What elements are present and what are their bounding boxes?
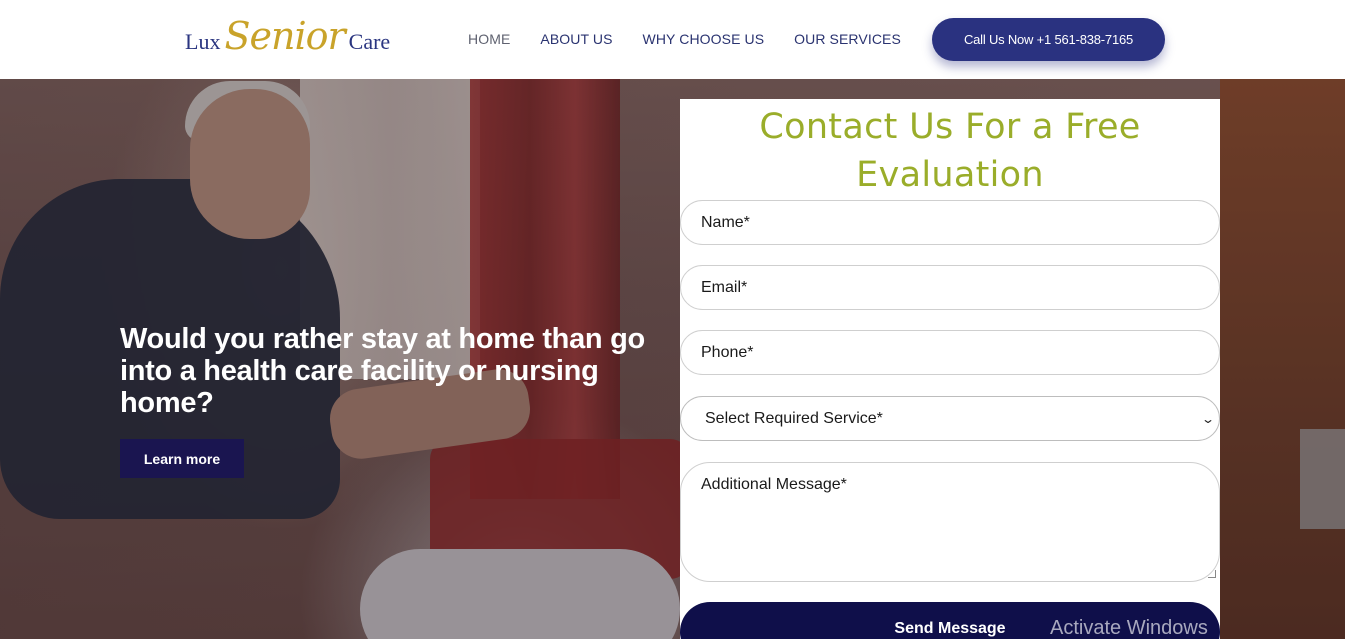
call-us-button[interactable]: Call Us Now +1 561-838-7165: [932, 18, 1165, 61]
email-field[interactable]: Email*: [680, 265, 1220, 310]
logo-senior-text: Senior: [224, 14, 345, 58]
learn-more-button[interactable]: Learn more: [120, 439, 244, 478]
phone-field-placeholder: Phone*: [701, 343, 754, 361]
site-header: Lux Senior Care HOME ABOUT US WHY CHOOSE…: [0, 0, 1345, 79]
form-title: Contact Us For a Free Evaluation: [759, 107, 1141, 195]
nav-our-services[interactable]: OUR SERVICES: [794, 31, 901, 47]
name-field-placeholder: Name*: [701, 213, 750, 231]
resize-handle-icon[interactable]: [1208, 570, 1216, 578]
nav-why-choose-us[interactable]: WHY CHOOSE US: [643, 31, 765, 47]
phone-field[interactable]: Phone*: [680, 330, 1220, 375]
nav-home[interactable]: HOME: [468, 31, 510, 47]
message-textarea[interactable]: Additional Message*: [680, 462, 1220, 582]
activate-windows-watermark: Activate Windows: [1050, 617, 1208, 639]
chevron-down-icon: ⌄: [1200, 411, 1216, 426]
logo-care-text: Care: [348, 29, 391, 54]
site-logo[interactable]: Lux Senior Care: [185, 14, 390, 64]
hero-heading: Would you rather stay at home than go in…: [120, 323, 645, 419]
message-placeholder: Additional Message*: [701, 476, 847, 493]
main-nav: HOME ABOUT US WHY CHOOSE US OUR SERVICES: [468, 31, 931, 47]
email-field-placeholder: Email*: [701, 278, 748, 296]
contact-form: Contact Us For a Free Evaluation Name* E…: [680, 99, 1220, 639]
nav-about-us[interactable]: ABOUT US: [540, 31, 612, 47]
name-field[interactable]: Name*: [680, 200, 1220, 245]
logo-lux-text: Lux: [185, 29, 221, 54]
service-select[interactable]: Select Required Service* ⌄: [680, 396, 1220, 441]
service-select-value: Select Required Service*: [705, 409, 883, 427]
